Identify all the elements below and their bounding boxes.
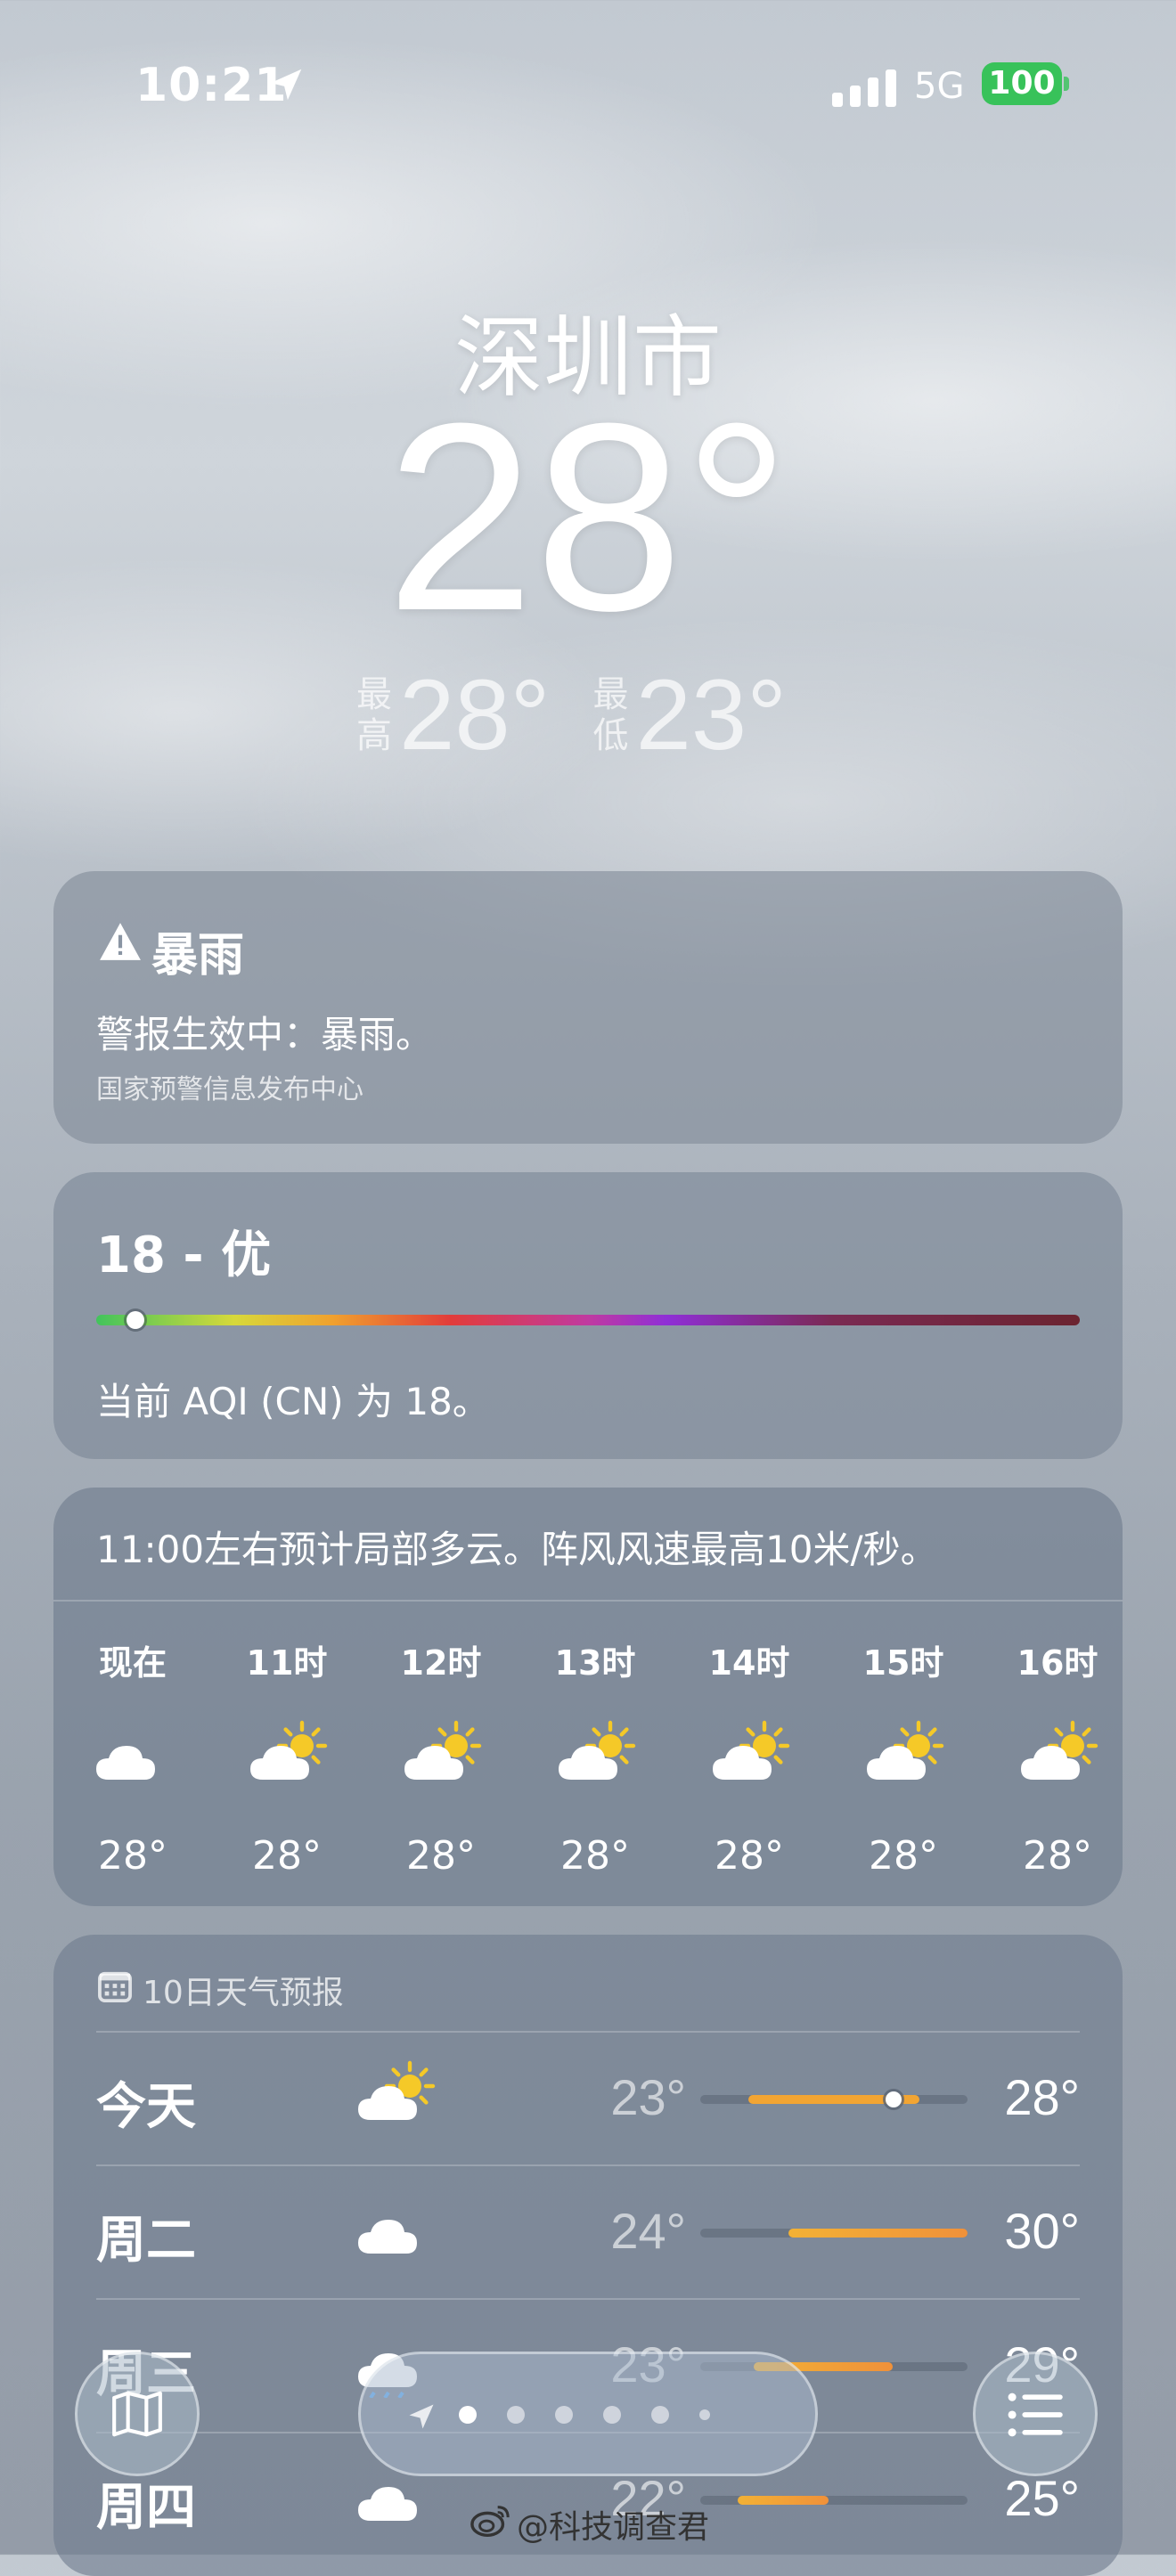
forecast-day: 今天 — [96, 2078, 196, 2136]
hour-temperature: 28° — [715, 1833, 784, 1879]
page-dot[interactable] — [603, 2406, 621, 2424]
status-time: 10:21 — [135, 59, 288, 112]
temperature-range-fill — [738, 2496, 829, 2505]
partly-sunny-icon — [353, 2059, 442, 2131]
hour-temperature: 28° — [560, 1833, 630, 1879]
hour-temperature: 28° — [252, 1833, 322, 1879]
forecast-day: 周四 — [96, 2479, 196, 2537]
cloud-icon — [353, 2193, 442, 2264]
warning-icon — [100, 923, 141, 960]
hour-label: 11时 — [246, 1643, 328, 1683]
low-value: 23° — [635, 659, 788, 770]
forecast-low: 23° — [610, 2069, 686, 2125]
location-page-icon — [409, 2404, 434, 2429]
hour-label: 12时 — [400, 1643, 482, 1683]
hour-temperature: 28° — [869, 1833, 938, 1879]
low-label: 最低 — [592, 673, 629, 756]
network-type: 5G — [914, 66, 965, 107]
city-list-button[interactable] — [973, 2352, 1098, 2476]
forecast-high: 28° — [1004, 2069, 1080, 2125]
temperature-range-bar — [700, 2229, 968, 2238]
hour-label: 13时 — [554, 1643, 636, 1683]
map-icon — [112, 2391, 162, 2437]
page-dot[interactable] — [507, 2406, 525, 2424]
page-indicator[interactable] — [358, 2352, 818, 2476]
hour-label: 16时 — [1017, 1643, 1098, 1683]
calendar-icon — [98, 1971, 132, 2002]
partly-sunny-icon — [245, 1719, 334, 1790]
page-dot[interactable] — [555, 2406, 573, 2424]
forecast-high: 25° — [1004, 2470, 1080, 2526]
aqi-title: 18 - 优 — [96, 1227, 272, 1284]
battery-indicator: 100 — [982, 62, 1062, 105]
partly-sunny-icon — [707, 1719, 796, 1790]
temperature-range-bar — [700, 2091, 968, 2107]
high-value: 28° — [399, 659, 551, 770]
cloud-icon — [91, 1719, 180, 1790]
temperature-range-fill — [788, 2229, 968, 2238]
map-button[interactable] — [75, 2352, 200, 2476]
hour-temperature: 28° — [98, 1833, 167, 1879]
battery-tip — [1064, 77, 1069, 91]
high-label: 最高 — [355, 673, 392, 756]
forecast-heading: 10日天气预报 — [143, 1975, 344, 2011]
forecast-high: 30° — [1004, 2203, 1080, 2259]
current-temperature-dot — [886, 2091, 902, 2107]
cellular-signal-icon — [832, 69, 896, 107]
hour-temperature: 28° — [406, 1833, 476, 1879]
page-dot[interactable] — [651, 2406, 669, 2424]
page-dot[interactable] — [699, 2409, 710, 2420]
alert-title: 暴雨 — [151, 929, 245, 982]
partly-sunny-icon — [1016, 1719, 1105, 1790]
alert-body: 警报生效中：暴雨。 — [96, 1013, 434, 1056]
high-low-temperature: 最高 28° 最低 23° — [0, 657, 1176, 772]
page-dot[interactable] — [459, 2406, 477, 2424]
hour-label: 14时 — [708, 1643, 790, 1683]
alert-source: 国家预警信息发布中心 — [96, 1074, 363, 1105]
watermark: @科技调查君 — [517, 2509, 710, 2546]
aqi-description: 当前 AQI (CN) 为 18。 — [96, 1380, 490, 1423]
partly-sunny-icon — [862, 1719, 951, 1790]
list-icon — [1008, 2393, 1063, 2437]
hour-label: 15时 — [862, 1643, 944, 1683]
hour-label: 现在 — [98, 1643, 167, 1683]
forecast-day: 周二 — [96, 2212, 196, 2270]
current-temperature: 28° — [386, 367, 790, 666]
hour-temperature: 28° — [1023, 1833, 1092, 1879]
hourly-summary: 11:00左右预计局部多云。阵风风速最高10米/秒。 — [96, 1528, 938, 1571]
partly-sunny-icon — [399, 1719, 488, 1790]
temperature-range-bar — [700, 2496, 968, 2505]
aqi-scale-bar — [96, 1315, 1080, 1325]
divider — [53, 1600, 1123, 1602]
weibo-logo-icon — [470, 2506, 510, 2538]
forecast-low: 24° — [610, 2203, 686, 2259]
partly-sunny-icon — [553, 1719, 642, 1790]
location-arrow-icon — [270, 69, 302, 101]
